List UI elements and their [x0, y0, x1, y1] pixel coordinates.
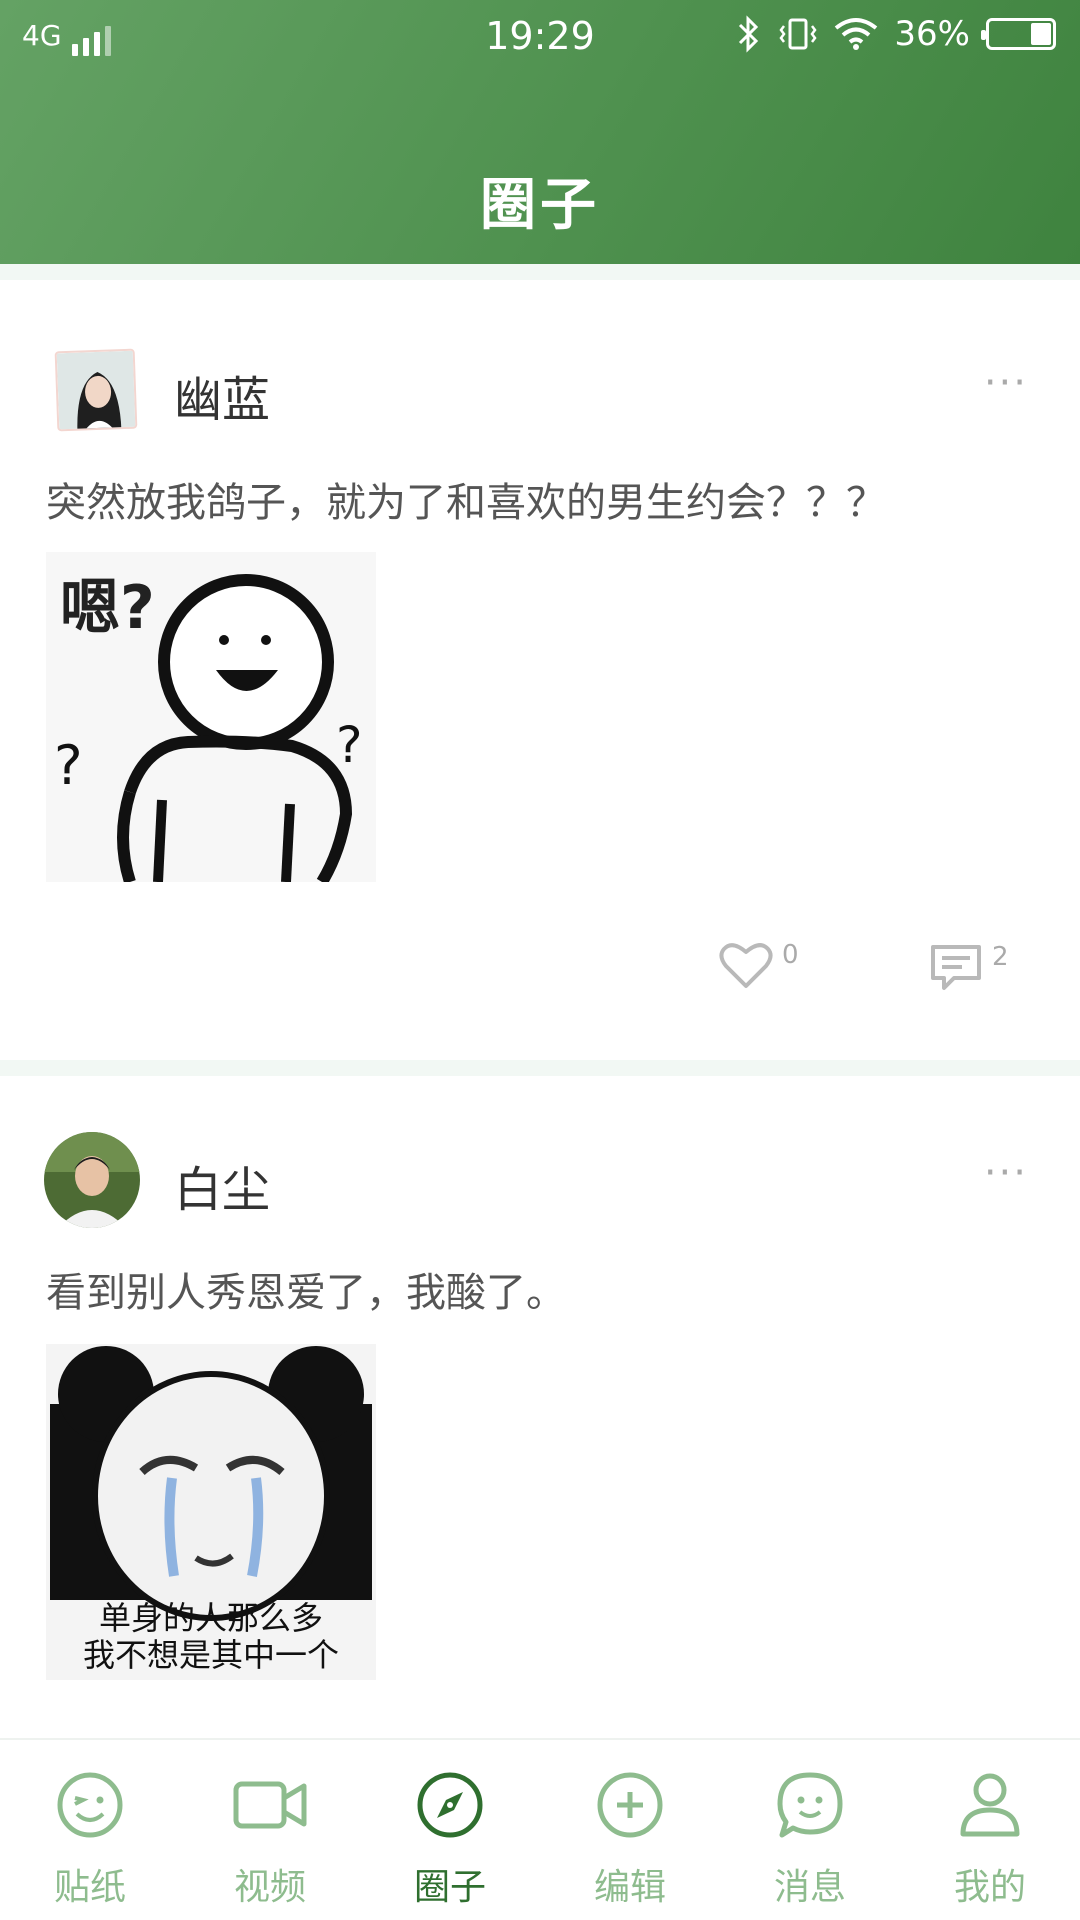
bluetooth-icon — [739, 15, 759, 53]
status-bar: 4G 19:29 36% — [0, 0, 1080, 72]
page-title: 圈子 — [480, 173, 600, 238]
post-text: 突然放我鸽子，就为了和喜欢的男生约会？？？ — [46, 480, 886, 526]
like-button[interactable]: 0 — [718, 940, 799, 990]
post-card[interactable]: 幽蓝 ··· 突然放我鸽子，就为了和喜欢的男生约会？？？ 嗯? ? ? 0 2 — [0, 280, 1080, 1060]
battery-percent: 36% — [894, 14, 970, 54]
tab-label: 视频 — [233, 1867, 306, 1908]
tab-circle[interactable]: 圈子 — [360, 1740, 540, 1920]
comment-count: 2 — [992, 942, 1009, 972]
post-card[interactable]: 白尘 ··· 看到别人秀恩爱了，我酸了。 单身的人那么多 我不想是其中一个 — [0, 1076, 1080, 1738]
video-icon — [233, 1781, 307, 1829]
comment-button[interactable]: 2 — [928, 942, 1009, 992]
post-username[interactable]: 白尘 — [174, 1150, 270, 1220]
heart-icon — [719, 943, 773, 988]
image-caption: ? — [54, 734, 83, 797]
divider — [0, 264, 1080, 280]
avatar[interactable] — [54, 348, 138, 432]
vibrate-icon — [779, 18, 817, 50]
tab-label: 贴纸 — [53, 1867, 126, 1908]
tab-video[interactable]: 视频 — [180, 1740, 360, 1920]
bottom-tab-bar: 贴纸 视频 圈子 编辑 消息 我的 — [0, 1738, 1080, 1920]
post-username[interactable]: 幽蓝 — [174, 360, 270, 430]
add-icon — [597, 1772, 663, 1838]
image-caption: 我不想是其中一个 — [83, 1636, 339, 1674]
post-image[interactable]: 单身的人那么多 我不想是其中一个 — [46, 1344, 376, 1680]
like-count: 0 — [782, 940, 799, 970]
wifi-icon — [835, 18, 878, 50]
tab-label: 我的 — [953, 1867, 1026, 1908]
tab-label: 编辑 — [593, 1867, 666, 1908]
user-icon — [960, 1773, 1020, 1837]
more-options-icon[interactable]: ··· — [984, 1150, 1028, 1196]
comment-icon — [931, 945, 981, 990]
sticker-icon — [57, 1772, 123, 1838]
post-text: 看到别人秀恩爱了，我酸了。 — [46, 1270, 566, 1316]
divider — [0, 1060, 1080, 1076]
image-caption: 嗯? — [60, 573, 155, 643]
tab-profile[interactable]: 我的 — [900, 1740, 1080, 1920]
message-icon — [777, 1772, 843, 1838]
post-image[interactable]: 嗯? ? ? — [46, 552, 376, 882]
tab-messages[interactable]: 消息 — [720, 1740, 900, 1920]
app-header: 4G 19:29 36% 圈子 — [0, 0, 1080, 264]
tab-label: 消息 — [773, 1867, 846, 1908]
image-caption: ? — [336, 716, 363, 774]
compass-icon — [417, 1772, 483, 1838]
avatar[interactable] — [44, 1132, 140, 1228]
battery-icon — [981, 18, 1056, 50]
image-caption: 单身的人那么多 — [99, 1599, 323, 1637]
tab-stickers[interactable]: 贴纸 — [0, 1740, 180, 1920]
tab-edit[interactable]: 编辑 — [540, 1740, 720, 1920]
more-options-icon[interactable]: ··· — [984, 360, 1028, 406]
tab-label: 圈子 — [413, 1867, 486, 1908]
